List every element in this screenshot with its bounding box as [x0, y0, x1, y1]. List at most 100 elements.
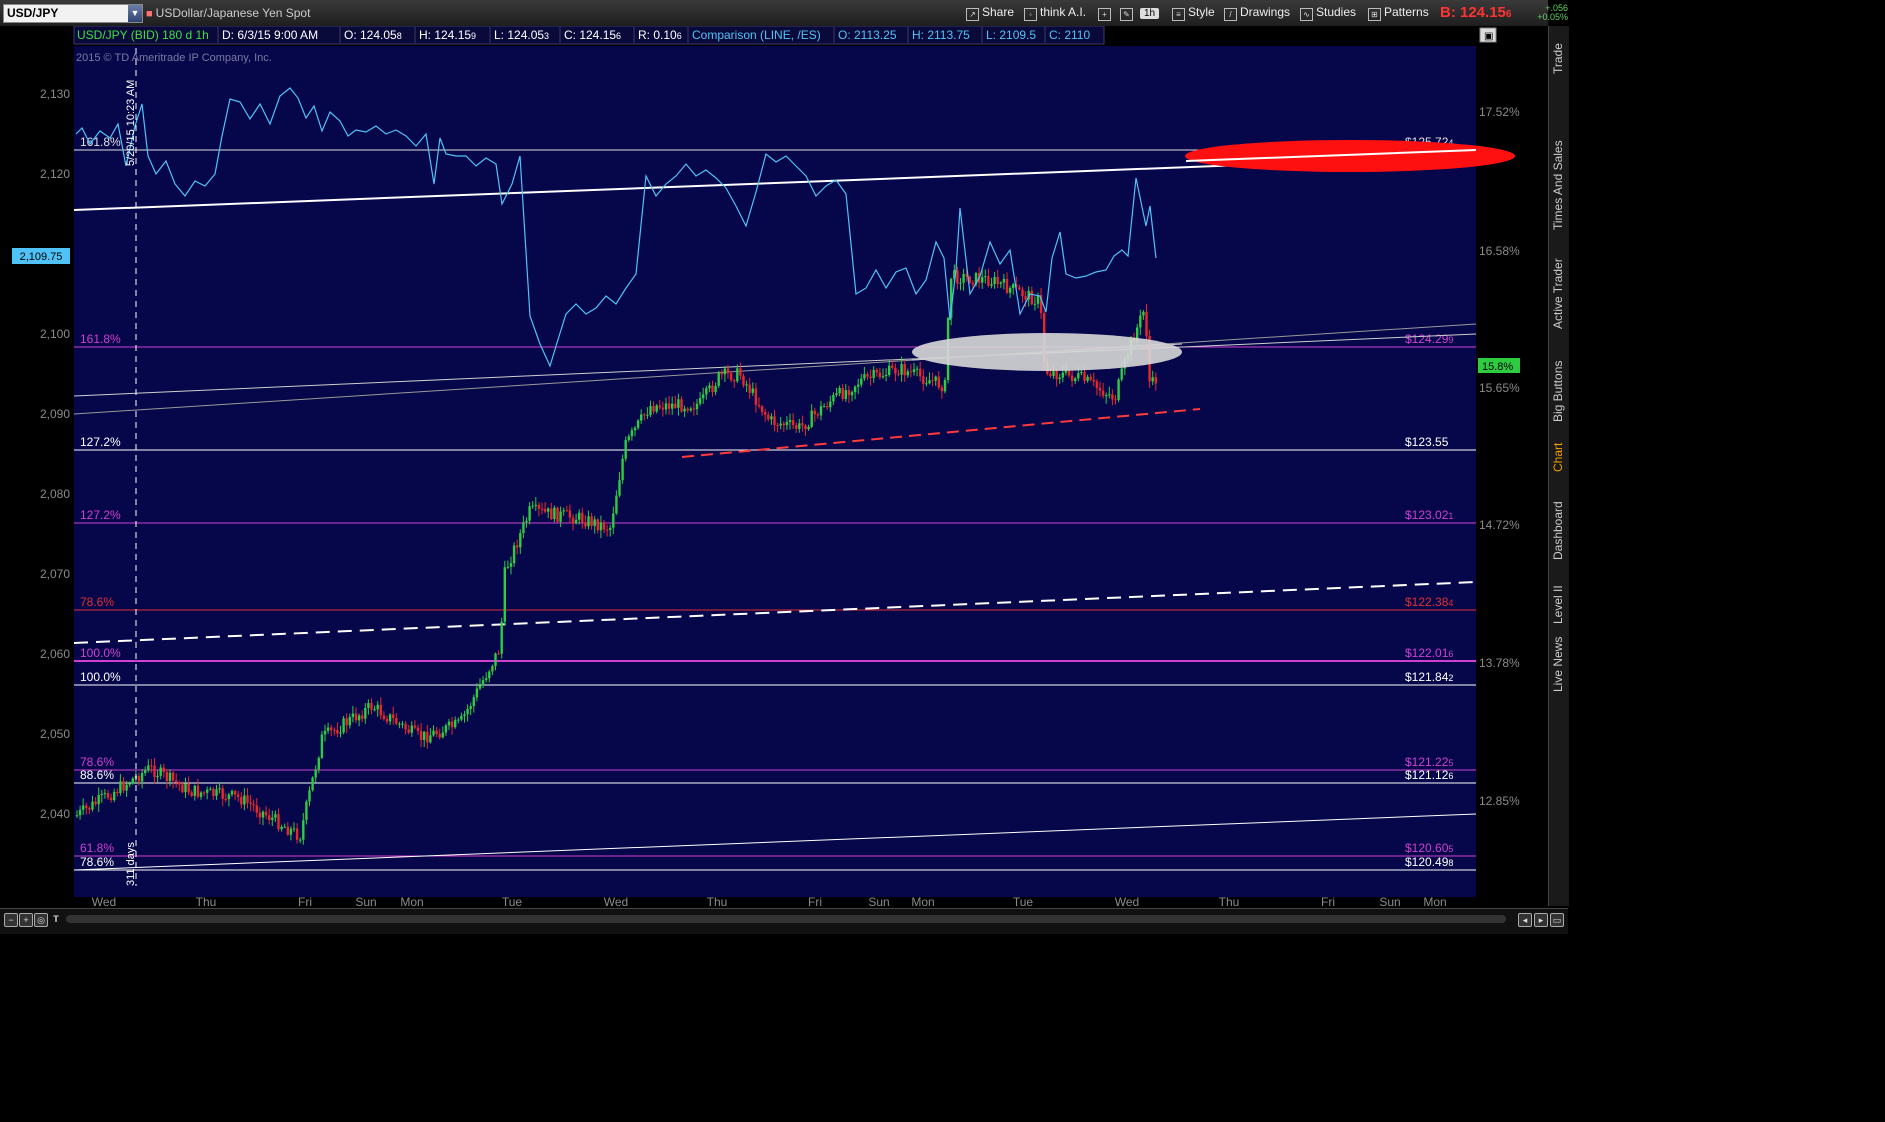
y-tick-label: 2,050 [40, 727, 70, 741]
candle-body [472, 697, 475, 707]
candle-body [1098, 387, 1102, 391]
patterns-label: Patterns [1384, 5, 1429, 19]
drawing-tools-button[interactable]: + [1098, 5, 1114, 21]
candle-body [1145, 311, 1148, 336]
candle-body [1142, 311, 1145, 316]
candle-body [801, 423, 804, 426]
candle-body [212, 788, 215, 797]
candle-body [832, 395, 835, 402]
candle-body [925, 383, 928, 385]
candle-body [522, 522, 525, 534]
candle-body [401, 723, 404, 725]
interval-button[interactable]: 1h [1140, 5, 1160, 21]
x-tick-label: Wed [1115, 895, 1139, 907]
candle-body [959, 282, 962, 284]
tab-big-buttons[interactable]: Big Buttons [1549, 342, 1569, 426]
candle-body [993, 276, 996, 285]
candle-body [432, 730, 435, 736]
candle-body [813, 410, 816, 415]
expand-icon[interactable]: ▭ [1550, 913, 1564, 927]
interval-label[interactable]: 1h [1140, 8, 1160, 19]
symbol-text[interactable]: USD/JPY [7, 6, 58, 20]
candle-body [209, 788, 212, 790]
y-tick-label: 2,070 [40, 567, 70, 581]
scroll-left-icon[interactable]: ◂ [1518, 913, 1532, 927]
text-tool-icon[interactable]: T [50, 913, 62, 925]
zoom-out-icon[interactable]: − [4, 913, 18, 927]
price-chart[interactable]: USD/JPY (BID) 180 d 1h D: 6/3/15 9:00 AM… [0, 25, 1548, 909]
candle-body [940, 387, 944, 392]
think-ai-label: think A.I. [1040, 5, 1087, 19]
tab-chart[interactable]: Chart [1549, 436, 1569, 476]
candle-body [512, 545, 516, 564]
candle-body [373, 709, 376, 711]
candle-body [677, 399, 680, 408]
horizontal-scrollbar[interactable] [66, 915, 1506, 923]
scroll-right-icon[interactable]: ▸ [1534, 913, 1548, 927]
x-tick-label: Sun [355, 895, 376, 907]
candle-body [1074, 378, 1077, 382]
studies-icon: ∿ [1300, 8, 1313, 21]
share-icon: ↗ [966, 8, 979, 21]
tab-trade[interactable]: Trade [1549, 26, 1569, 78]
candle-body [274, 814, 277, 818]
candle-body [652, 405, 655, 412]
candle-body [113, 791, 116, 801]
bid-price: 124.15 [1460, 4, 1506, 21]
candle-body [314, 769, 317, 778]
tab-level-ii[interactable]: Level II [1549, 572, 1569, 628]
zoom-in-icon[interactable]: + [19, 913, 33, 927]
tab-active-trader[interactable]: Active Trader [1549, 241, 1569, 333]
candle-body [78, 809, 82, 816]
candle-body [866, 374, 869, 377]
candle-body [264, 811, 268, 816]
zoom-fit-icon[interactable]: ◎ [34, 913, 48, 927]
style-button[interactable]: ≡ Style [1172, 5, 1215, 21]
price-change: +.056 +0.05% [1524, 4, 1568, 22]
candle-body [385, 719, 389, 722]
candle-body [540, 508, 544, 510]
drawings-button[interactable]: / Drawings [1224, 5, 1290, 21]
x-tick-label: Fri [298, 895, 312, 907]
candle-body [193, 785, 196, 796]
share-button[interactable]: ↗ Share [966, 5, 1014, 21]
candle-body [178, 782, 181, 785]
fib-label: 78.6% [80, 855, 114, 869]
candle-body [822, 406, 826, 408]
candle-body [593, 519, 596, 527]
plot-area[interactable] [74, 46, 1476, 897]
candle-body [633, 427, 637, 431]
candle-body [243, 795, 246, 805]
candle [1117, 377, 1120, 403]
candle-body [674, 403, 677, 408]
candle-body [460, 715, 463, 720]
candle-body [776, 424, 779, 426]
candle-body [686, 408, 689, 411]
candle-body [698, 398, 702, 404]
right-tick-label: 15.65% [1479, 381, 1520, 395]
candle-body [884, 374, 888, 377]
symbol-selector[interactable]: USD/JPY ▼ [3, 4, 143, 23]
candle-body [826, 406, 829, 408]
chart-canvas[interactable]: USD/JPY (BID) 180 d 1h D: 6/3/15 9:00 AM… [0, 25, 1548, 909]
description-text: USDollar/Japanese Yen Spot [155, 6, 311, 20]
chevron-down-icon[interactable]: ▼ [128, 5, 142, 22]
studies-button[interactable]: ∿ Studies [1300, 5, 1356, 21]
crosshair-icon: + [1098, 8, 1111, 21]
fib-label: 127.2% [80, 435, 121, 449]
settings-wrench-button[interactable]: ✎ [1120, 5, 1136, 21]
think-ai-button[interactable]: ◦ think A.I. [1024, 5, 1086, 21]
candle-body [398, 723, 401, 725]
candle-body [748, 384, 751, 393]
side-tabs: Trade Times And Sales Active Trader Big But… [1548, 26, 1569, 906]
candle-body [779, 423, 782, 426]
tab-times-and-sales[interactable]: Times And Sales [1549, 84, 1569, 234]
candle-body [872, 369, 875, 379]
tab-dashboard[interactable]: Dashboard [1549, 482, 1569, 564]
x-tick-label: Tue [1013, 895, 1034, 907]
candle-body [323, 730, 327, 735]
tab-live-news[interactable]: Live News [1549, 636, 1569, 696]
patterns-button[interactable]: ⊞ Patterns [1368, 5, 1429, 21]
candle-body [618, 480, 621, 496]
x-tick-label: Fri [808, 895, 822, 907]
